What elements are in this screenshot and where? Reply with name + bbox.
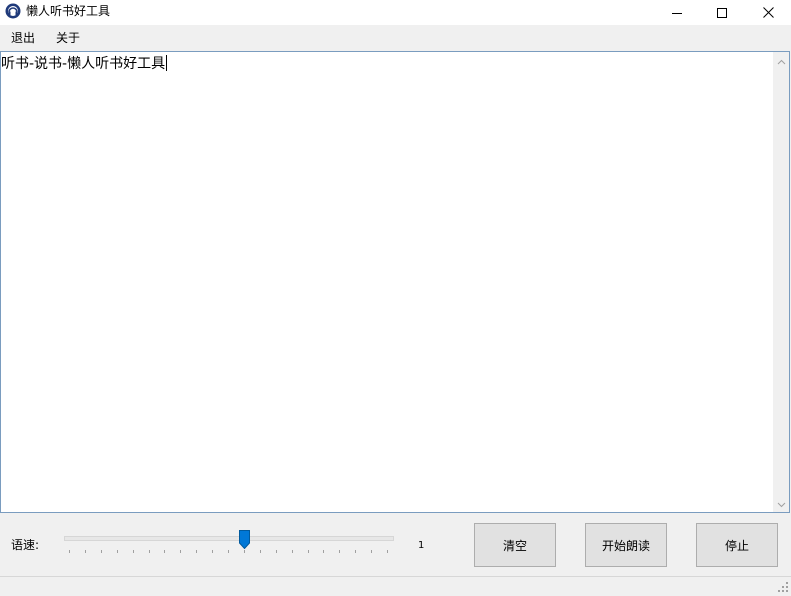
menu-exit[interactable]: 退出 [11, 31, 35, 45]
slider-tick [212, 550, 213, 553]
slider-tick [292, 550, 293, 553]
minimize-button[interactable] [654, 0, 700, 25]
slider-tick [387, 550, 388, 553]
title-bar: 懒人听书好工具 [0, 0, 791, 25]
slider-thumb[interactable] [238, 530, 250, 550]
slider-tick [69, 550, 70, 553]
stop-button[interactable]: 停止 [696, 523, 778, 567]
slider-tick [339, 550, 340, 553]
menu-about[interactable]: 关于 [56, 31, 80, 45]
slider-ticks [62, 528, 394, 558]
text-content: 听书-说书-懒人听书好工具 [1, 55, 168, 73]
resize-grip-icon[interactable] [777, 581, 789, 593]
slider-tick [196, 550, 197, 553]
speed-label: 语速: [11, 538, 40, 552]
slider-tick [133, 550, 134, 553]
close-icon [762, 7, 774, 18]
start-reading-button[interactable]: 开始朗读 [585, 523, 667, 567]
scroll-down-button[interactable] [773, 495, 789, 512]
slider-tick [355, 550, 356, 553]
slider-tick [371, 550, 372, 553]
maximize-button[interactable] [699, 0, 745, 25]
slider-tick [149, 550, 150, 553]
slider-tick [228, 550, 229, 553]
slider-tick [164, 550, 165, 553]
close-button[interactable] [745, 0, 791, 25]
speed-value: 1 [418, 540, 425, 551]
slider-tick [260, 550, 261, 553]
editor-text: 听书-说书-懒人听书好工具 [1, 56, 166, 72]
vertical-scrollbar[interactable] [773, 52, 789, 512]
clear-button[interactable]: 清空 [474, 523, 556, 567]
status-bar [0, 576, 791, 595]
slider-tick [244, 550, 245, 553]
text-caret [166, 55, 168, 71]
slider-tick [85, 550, 86, 553]
menu-bar: 退出 关于 [0, 25, 791, 49]
speed-slider[interactable] [62, 528, 394, 558]
slider-tick [276, 550, 277, 553]
minimize-icon [672, 8, 682, 18]
slider-tick [323, 550, 324, 553]
maximize-icon [717, 7, 727, 18]
slider-tick [117, 550, 118, 553]
slider-tick [180, 550, 181, 553]
chevron-down-icon [777, 497, 786, 511]
chevron-up-icon [777, 54, 786, 68]
window-title: 懒人听书好工具 [26, 4, 111, 18]
slider-tick [101, 550, 102, 553]
slider-tick [308, 550, 309, 553]
text-input-area[interactable]: 听书-说书-懒人听书好工具 [0, 51, 790, 513]
headphones-logo-icon [5, 3, 21, 19]
scroll-up-button[interactable] [773, 52, 789, 69]
